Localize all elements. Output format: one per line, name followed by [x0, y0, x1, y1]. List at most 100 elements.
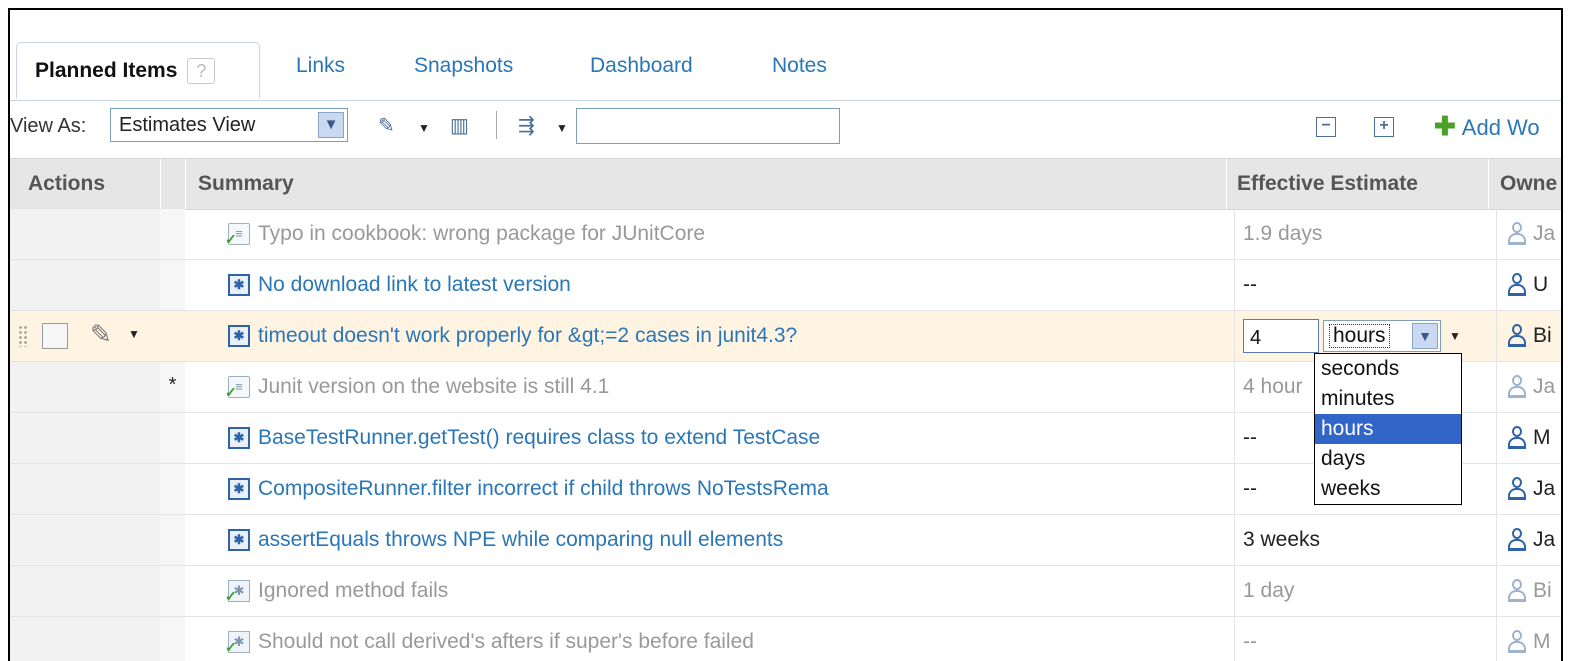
help-icon[interactable]: ? — [187, 57, 216, 84]
search-input[interactable] — [576, 108, 840, 144]
unit-option-days[interactable]: days — [1315, 444, 1461, 474]
view-select[interactable]: Estimates View ▼ — [110, 108, 348, 142]
estimate-cell[interactable]: 1 day — [1234, 566, 1496, 616]
column-divider — [1226, 159, 1227, 209]
add-work-label: Add Wo — [1461, 115, 1540, 140]
owner-cell[interactable]: Bi — [1496, 311, 1561, 361]
unit-option-minutes[interactable]: minutes — [1315, 384, 1461, 414]
owner-cell[interactable]: M — [1496, 413, 1561, 463]
row-actions — [10, 515, 160, 565]
row-summary: ✱ CompositeRunner.filter incorrect if ch… — [228, 464, 829, 514]
table-row[interactable]: ✱ No download link to latest version -- … — [10, 260, 1561, 311]
owner-cell[interactable]: Ja — [1496, 209, 1561, 259]
unit-option-seconds[interactable]: seconds — [1315, 354, 1461, 384]
row-summary: ✱ No download link to latest version — [228, 260, 571, 310]
summary-text[interactable]: Ignored method fails — [258, 579, 448, 603]
defect-icon: ✱ — [228, 529, 250, 551]
user-icon — [1507, 375, 1527, 399]
user-icon — [1507, 477, 1527, 501]
tab-planned-items[interactable]: Planned Items ? — [16, 42, 260, 99]
unit-option-hours[interactable]: hours — [1315, 414, 1461, 444]
row-actions — [10, 464, 160, 514]
defect-icon: ✱ — [228, 427, 250, 449]
add-work-button[interactable]: ✚ Add Wo — [1434, 111, 1540, 142]
estimate-cell[interactable]: 1.9 days — [1234, 209, 1496, 259]
unit-option-weeks[interactable]: weeks — [1315, 474, 1461, 504]
row-marker — [160, 413, 185, 463]
owner-name: Ja — [1533, 375, 1556, 398]
chevron-down-icon[interactable]: ▼ — [1412, 323, 1438, 349]
owner-cell[interactable]: Ja — [1496, 515, 1561, 565]
tab-notes[interactable]: Notes — [772, 54, 827, 78]
drag-handle-icon[interactable] — [18, 325, 28, 347]
row-actions — [10, 260, 160, 310]
owner-cell[interactable]: Ja — [1496, 362, 1561, 412]
row-actions — [10, 413, 160, 463]
chevron-down-icon[interactable]: ▼ — [318, 112, 344, 138]
summary-text[interactable]: Typo in cookbook: wrong package for JUni… — [258, 222, 705, 246]
row-marker: * — [160, 362, 185, 412]
unit-select[interactable]: hours ▼ — [1323, 320, 1441, 352]
owner-name: M — [1533, 426, 1551, 449]
caret-down-icon[interactable]: ▼ — [418, 121, 430, 135]
owner-cell[interactable]: Ja — [1496, 464, 1561, 514]
caret-down-icon[interactable]: ▼ — [1449, 329, 1461, 343]
summary-text[interactable]: Should not call derived's afters if supe… — [258, 630, 754, 654]
defect-icon: ✱ — [228, 274, 250, 296]
estimate-cell[interactable]: 3 weeks — [1234, 515, 1496, 565]
owner-name: Ja — [1533, 477, 1556, 500]
row-checkbox[interactable] — [42, 323, 68, 349]
owner-cell[interactable]: M — [1496, 617, 1561, 661]
row-marker — [160, 209, 185, 259]
summary-link[interactable]: BaseTestRunner.getTest() requires class … — [258, 426, 820, 450]
grid-header: Actions Summary Effective Estimate Owne — [10, 158, 1561, 210]
unit-dropdown-list: seconds minutes hours days weeks — [1314, 353, 1462, 505]
caret-down-icon[interactable]: ▼ — [556, 121, 568, 135]
column-summary[interactable]: Summary — [198, 172, 294, 196]
edit-icon[interactable]: ✎ — [378, 113, 395, 138]
row-marker — [160, 515, 185, 565]
row-actions — [10, 362, 160, 412]
column-actions[interactable]: Actions — [28, 172, 105, 196]
tab-links[interactable]: Links — [296, 54, 345, 78]
table-row[interactable]: ≡ ✓ Typo in cookbook: wrong package for J… — [10, 209, 1561, 260]
row-summary: ≡ ✓ Junit version on the website is still… — [225, 362, 609, 412]
tab-dashboard[interactable]: Dashboard — [590, 54, 693, 78]
caret-down-icon[interactable]: ▼ — [128, 327, 140, 341]
summary-link[interactable]: assertEquals throws NPE while comparing … — [258, 528, 783, 552]
row-summary: ≡ ✓ Typo in cookbook: wrong package for J… — [225, 209, 705, 259]
tab-label: Planned Items — [35, 58, 178, 82]
owner-name: M — [1533, 630, 1551, 653]
columns-icon[interactable]: ▥ — [450, 113, 469, 138]
tab-snapshots[interactable]: Snapshots — [414, 54, 513, 78]
expand-all-icon[interactable]: + — [1374, 117, 1394, 137]
view-select-value: Estimates View — [119, 114, 256, 136]
owner-cell[interactable]: U — [1496, 260, 1561, 310]
toolbar-divider — [496, 111, 497, 139]
column-owner[interactable]: Owne — [1500, 172, 1557, 196]
owner-cell[interactable]: Bi — [1496, 566, 1561, 616]
estimate-cell[interactable]: -- — [1234, 260, 1496, 310]
summary-link[interactable]: No download link to latest version — [258, 273, 571, 297]
summary-link[interactable]: timeout doesn't work properly for &gt;=2… — [258, 324, 797, 348]
view-as-label: View As: — [10, 115, 87, 137]
table-row[interactable]: ✱ assertEquals throws NPE while comparin… — [10, 515, 1561, 566]
row-marker — [160, 260, 185, 310]
user-icon — [1507, 426, 1527, 450]
planning-panel: Planned Items ? Links Snapshots Dashboar… — [8, 8, 1563, 661]
task-icon: ≡ ✓ — [225, 223, 250, 247]
filter-icon[interactable]: ⇶ — [518, 113, 535, 138]
column-effective-estimate[interactable]: Effective Estimate — [1237, 172, 1418, 196]
owner-name: U — [1533, 273, 1549, 296]
pencil-icon[interactable]: ✎ — [90, 319, 112, 350]
table-row[interactable]: ✱ ✓ Should not call derived's afters if s… — [10, 617, 1561, 661]
estimate-input[interactable] — [1243, 319, 1319, 353]
user-icon — [1507, 630, 1527, 654]
summary-text[interactable]: Junit version on the website is still 4.… — [258, 375, 609, 399]
task-icon: ≡ ✓ — [225, 376, 250, 400]
estimate-cell[interactable]: -- — [1234, 617, 1496, 661]
table-row[interactable]: ✱ ✓ Ignored method fails 1 day Bi — [10, 566, 1561, 617]
owner-name: Ja — [1533, 222, 1556, 245]
summary-link[interactable]: CompositeRunner.filter incorrect if chil… — [258, 477, 829, 501]
collapse-all-icon[interactable]: − — [1316, 117, 1336, 137]
